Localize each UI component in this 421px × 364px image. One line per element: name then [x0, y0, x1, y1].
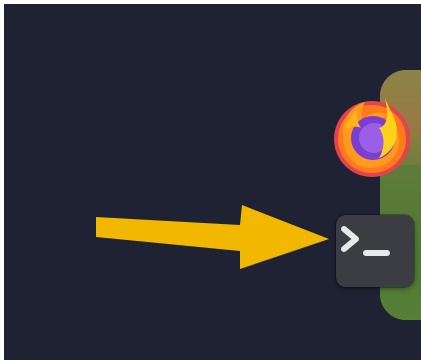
- annotation-arrow: [94, 199, 334, 279]
- desktop-screenshot: [4, 4, 421, 360]
- firefox-icon[interactable]: [327, 92, 417, 182]
- terminal-prompt-glyph: [341, 226, 390, 256]
- terminal-icon[interactable]: [336, 215, 414, 287]
- firefox-icon-graphic: [334, 98, 410, 177]
- arrow-icon: [96, 205, 329, 269]
